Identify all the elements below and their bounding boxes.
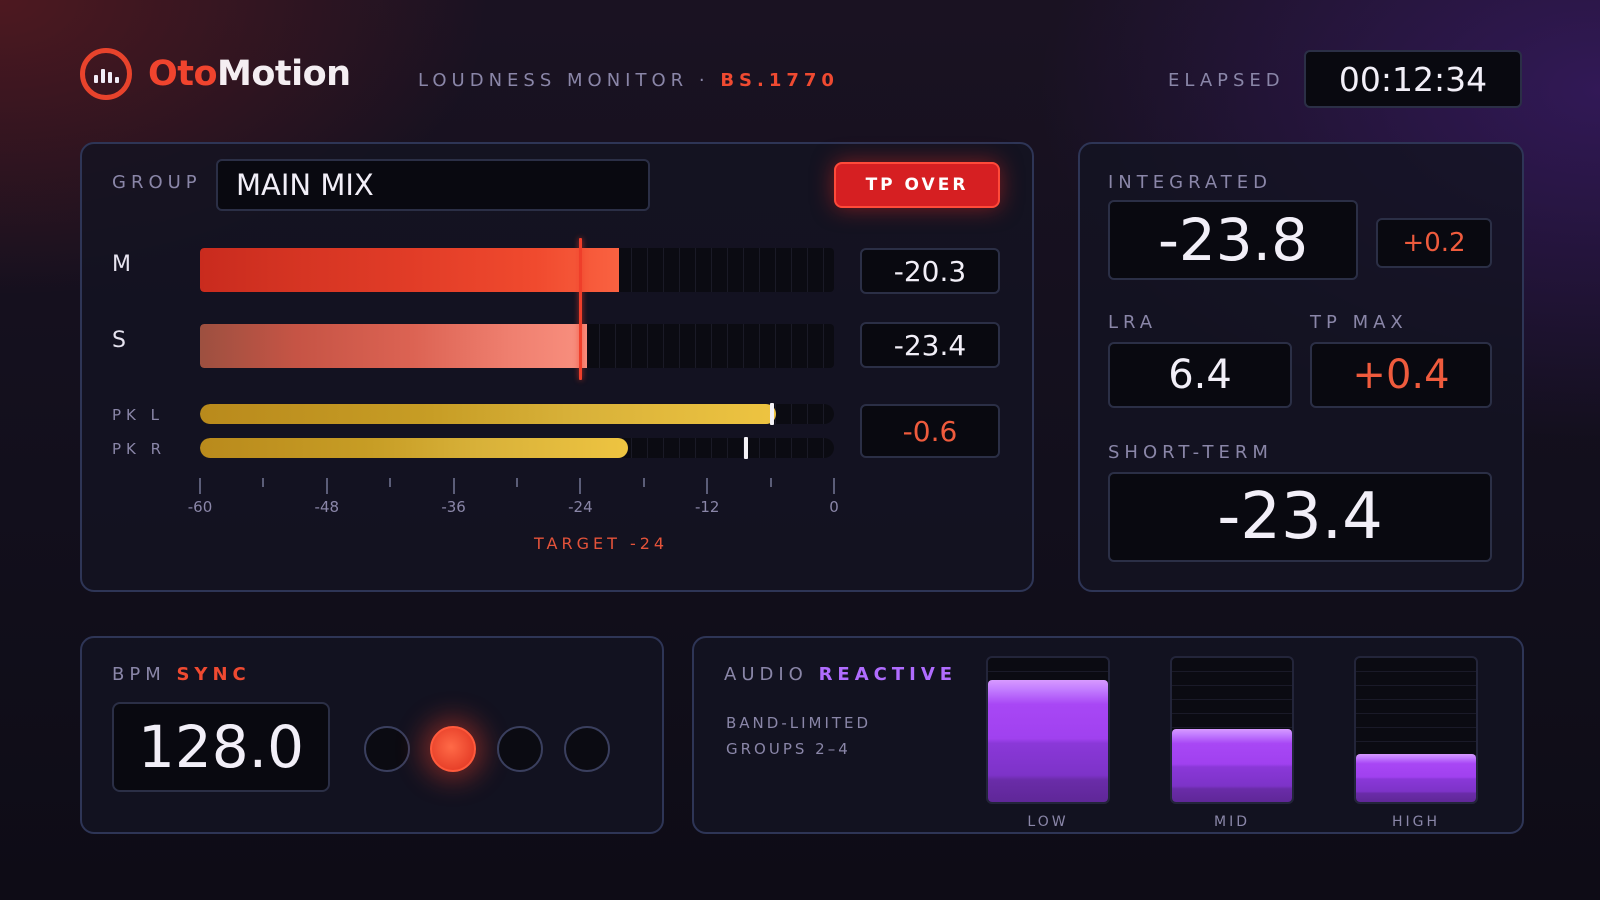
peak-value: -0.6 — [860, 404, 1000, 458]
short-term-big-value: -23.4 — [1108, 472, 1492, 562]
scale-tick — [769, 478, 772, 487]
scale-label: -48 — [314, 498, 340, 516]
scale-label: -12 — [694, 498, 720, 516]
short-term-label: SHORT-TERM — [1108, 442, 1273, 463]
group-selector[interactable]: MAIN MIX — [216, 159, 650, 211]
peak-meter-right — [200, 438, 834, 458]
band-label-low: LOW — [1027, 814, 1069, 830]
integrated-label: INTEGRATED — [1108, 172, 1273, 193]
scale-tick — [579, 478, 582, 494]
brand-part2: Motion — [217, 54, 351, 94]
short-term-meter — [200, 324, 834, 368]
tp-over-button[interactable]: TP OVER — [834, 162, 1000, 208]
scale-tick — [642, 478, 645, 487]
elapsed-label: ELAPSED — [1168, 70, 1285, 91]
scale-tick — [262, 478, 265, 487]
band-meter-high — [1354, 656, 1478, 804]
band-label-high: HIGH — [1391, 814, 1441, 830]
integrated-delta: +0.2 — [1376, 218, 1492, 268]
elapsed-time: 00:12:34 — [1304, 50, 1522, 108]
scale-label: 0 — [829, 498, 839, 516]
scale-label: -24 — [568, 498, 593, 516]
tp-max-value: +0.4 — [1310, 342, 1492, 408]
brand-part1: Oto — [148, 54, 218, 94]
scale-label: -60 — [187, 498, 213, 516]
bpm-label-text: BPM — [112, 664, 166, 685]
scale-tick — [516, 478, 518, 487]
audio-label-text: AUDIO — [724, 664, 808, 685]
logo-icon — [80, 48, 132, 100]
momentary-value: -20.3 — [860, 248, 1000, 294]
beat-indicator-3 — [497, 726, 543, 772]
peak-meter-left-fill — [200, 404, 776, 424]
peak-hold-left — [769, 403, 774, 425]
beat-indicator-4 — [564, 726, 610, 772]
band-meter-low — [986, 656, 1110, 804]
integrated-value: -23.8 — [1108, 200, 1358, 280]
peak-meter-right-fill — [200, 438, 628, 458]
peak-meter-left — [200, 404, 834, 424]
bpm-label: BPM SYNC — [112, 664, 251, 685]
scale-tick — [325, 478, 328, 494]
channel-label-s: S — [112, 328, 126, 353]
band-meter-mid — [1170, 656, 1294, 804]
audio-reactive-label: AUDIO REACTIVE — [724, 664, 957, 685]
standard-label: BS.1770 — [720, 70, 839, 91]
band-limited-label: BAND-LIMITED — [726, 714, 872, 732]
scale-tick — [833, 478, 835, 494]
target-marker — [579, 238, 583, 380]
scale-tick — [452, 478, 455, 494]
bpm-sync-label: SYNC — [176, 664, 251, 685]
scale-label: -36 — [441, 498, 466, 516]
brand-name: OtoMotion — [148, 54, 351, 94]
band-label-mid: MID — [1214, 814, 1250, 830]
peak-label-left: PK L — [112, 406, 165, 424]
reactive-label: REACTIVE — [818, 664, 958, 685]
subtitle-text: LOUDNESS MONITOR · — [418, 70, 721, 91]
beat-indicator-2 — [430, 726, 476, 772]
short-term-value: -23.4 — [860, 322, 1000, 368]
peak-label-right: PK R — [112, 440, 167, 458]
short-term-meter-fill — [200, 324, 587, 368]
target-label: TARGET -24 — [534, 534, 669, 553]
band-fill-mid — [1172, 728, 1292, 802]
band-fill-high — [1356, 754, 1476, 802]
bpm-value[interactable]: 128.0 — [112, 702, 330, 792]
page-subtitle: LOUDNESS MONITOR · BS.1770 — [418, 70, 839, 91]
groups-label: GROUPS 2–4 — [726, 740, 851, 758]
beat-indicator-1 — [364, 726, 410, 772]
peak-hold-right — [744, 437, 749, 459]
scale-tick — [199, 478, 201, 494]
band-fill-low — [988, 679, 1108, 802]
lra-value: 6.4 — [1108, 342, 1292, 408]
tp-max-label: TP MAX — [1310, 312, 1408, 333]
scale-tick — [706, 478, 709, 494]
lra-label: LRA — [1108, 312, 1158, 333]
scale-tick — [389, 478, 392, 487]
momentary-meter — [200, 248, 834, 292]
group-label: GROUP — [112, 172, 202, 193]
momentary-meter-fill — [200, 248, 620, 292]
channel-label-m: M — [112, 252, 131, 277]
